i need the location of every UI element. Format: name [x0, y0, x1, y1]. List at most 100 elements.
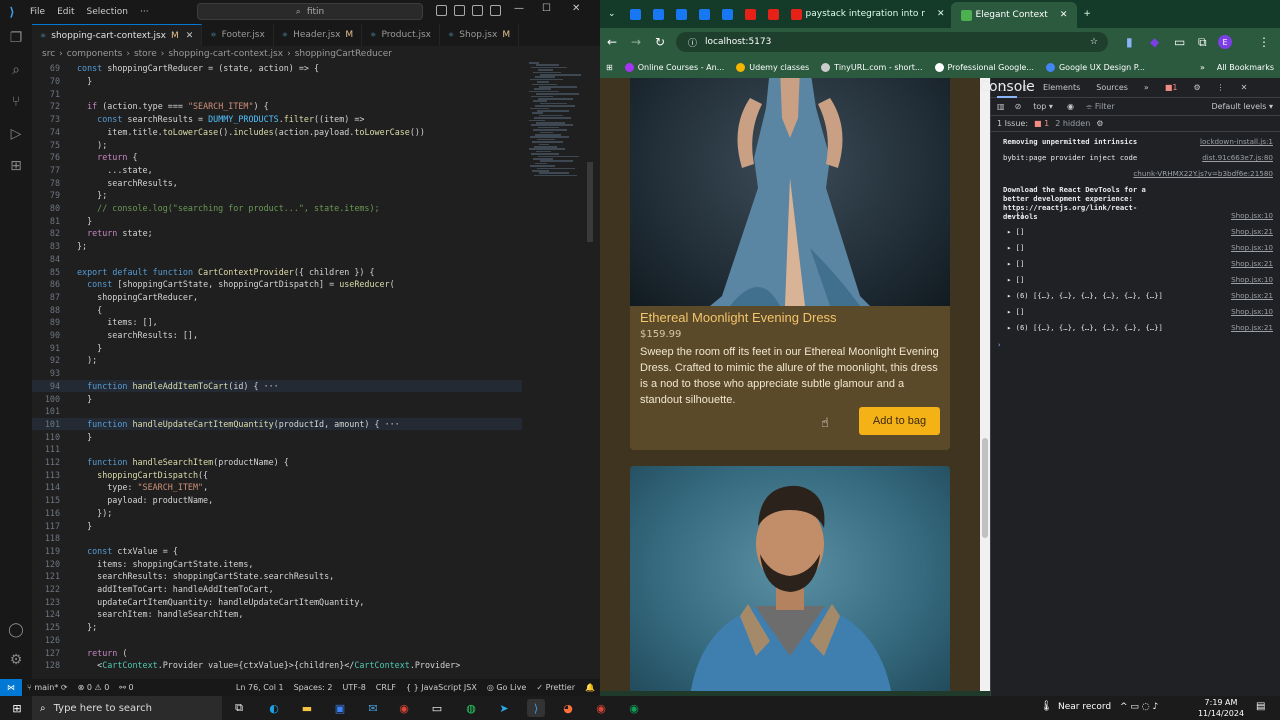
code-line[interactable]: 69 const shoppingCartReducer = (state, ac… [32, 62, 522, 75]
code-line[interactable]: 83}; [32, 240, 522, 253]
console-message[interactable]: Download the React DevTools for a better… [991, 182, 1280, 221]
windows-start-icon[interactable]: ⊞ [8, 699, 26, 717]
browser-tab[interactable] [716, 3, 739, 25]
browser-tab[interactable]: Elegant Context ✕ [950, 2, 1078, 28]
console-message[interactable]: chunk-VRHMX22Y.js?v=b3bdf6e:21580 [991, 166, 1280, 182]
encoding-status[interactable]: UTF-8 [337, 683, 370, 692]
console-settings-gear-icon[interactable]: ⚙ [1096, 119, 1103, 128]
console-source-link[interactable]: Shop.jsx:21 [1231, 291, 1273, 300]
console-message[interactable]: ▸ [] Shop.jsx:10 [991, 304, 1280, 320]
console-message[interactable]: ▸ [] Shop.jsx:21 [991, 224, 1280, 240]
console-message[interactable]: ▸ [] Shop.jsx:10 [991, 208, 1280, 224]
extensions-puzzle-icon[interactable]: ⧉ [1198, 35, 1207, 50]
code-line[interactable]: 101 function handleUpdateCartItemQuantit… [32, 417, 522, 431]
account-icon[interactable]: ◯ [6, 620, 26, 640]
close-tab-icon[interactable]: ✕ [186, 31, 194, 41]
tab-product[interactable]: ⚛ Product.jsx [362, 24, 441, 46]
chrome-icon[interactable]: ◉ [395, 699, 413, 717]
code-line[interactable]: 82 return state; [32, 227, 522, 240]
context-select[interactable]: top ▾ [1025, 102, 1061, 111]
code-line[interactable]: 127 return ( [32, 646, 522, 659]
console-message[interactable]: ▸ (6) [{…}, {…}, {…}, {…}, {…}, {…}] Shop… [991, 320, 1280, 336]
notification-center-icon[interactable]: ▤ [1256, 701, 1265, 712]
remote-icon[interactable]: ⋈ [0, 679, 22, 696]
tab-search-icon[interactable]: ⌄ [600, 3, 624, 25]
ports-status[interactable]: ⚯ 0 [114, 683, 138, 692]
live-expression-icon[interactable]: ◉ [1061, 102, 1080, 111]
tab-elements[interactable]: Elements [1035, 78, 1088, 98]
bookmark-item[interactable]: Professional Google... [929, 62, 1040, 72]
code-line[interactable]: 124 searchItem: handleSearchItem, [32, 608, 522, 621]
code-line[interactable]: 72 if (action.type === "SEARCH_ITEM") { [32, 100, 522, 113]
menu-file[interactable]: File [24, 7, 51, 17]
breadcrumb-item[interactable]: shoppingCartReducer [295, 49, 392, 59]
code-line[interactable]: 118 [32, 532, 522, 545]
problems-status[interactable]: ⊗ 0 ⚠ 0 [73, 683, 115, 692]
code-line[interactable]: 100 } [32, 392, 522, 405]
forward-icon[interactable]: → [624, 35, 648, 49]
extension-icon[interactable]: ▭ [1174, 35, 1185, 49]
code-line[interactable]: 74 item.title.toLowerCase().includes(act… [32, 126, 522, 139]
code-line[interactable]: 70 } [32, 75, 522, 88]
scrollbar-thumb[interactable] [587, 162, 593, 242]
telegram-icon[interactable]: ➤ [495, 699, 513, 717]
console-source-link[interactable]: Shop.jsx:21 [1231, 323, 1273, 332]
browser-tab[interactable] [624, 3, 647, 25]
code-line[interactable]: 123 updateCartItemQuantity: handleUpdate… [32, 595, 522, 608]
tab-shopping-cart-context[interactable]: ⚛ shopping-cart-context.jsx M ✕ [32, 24, 203, 46]
code-line[interactable]: 92 ); [32, 354, 522, 367]
code-line[interactable]: 89 items: [], [32, 316, 522, 329]
console-source-link[interactable]: Shop.jsx:21 [1231, 227, 1273, 236]
minimize-icon[interactable]: — [514, 3, 524, 14]
settings-gear-icon[interactable]: ⚙ [1185, 78, 1208, 98]
code-line[interactable]: 81 } [32, 214, 522, 227]
console-message[interactable]: ▸ [] Shop.jsx:21 [991, 256, 1280, 272]
menu-edit[interactable]: Edit [51, 7, 80, 17]
explorer-icon[interactable]: ❐ [6, 28, 26, 48]
maximize-icon[interactable]: ☐ [542, 3, 551, 14]
console-source-link[interactable]: Shop.jsx:10 [1231, 211, 1273, 220]
console-source-link[interactable]: dist.91c663e7.js:80 [1202, 153, 1273, 162]
bookmark-star-icon[interactable]: ☆ [1090, 37, 1098, 47]
breadcrumb-item[interactable]: components [67, 49, 123, 59]
code-line[interactable]: 122 addItemToCart: handleAddItemToCart, [32, 583, 522, 596]
terminal-icon[interactable]: ▭ [428, 699, 446, 717]
console-source-link[interactable]: Shop.jsx:10 [1231, 275, 1273, 284]
address-bar[interactable]: ⓘ localhost:5173 ☆ [676, 32, 1108, 52]
search-icon[interactable]: ⌕ [6, 60, 26, 80]
code-line[interactable]: 79 }; [32, 189, 522, 202]
code-line[interactable]: 126 [32, 634, 522, 647]
code-line[interactable]: 110 } [32, 430, 522, 443]
add-to-bag-button[interactable]: Add to bag [859, 407, 940, 435]
code-line[interactable]: 80 // console.log("searching for product… [32, 202, 522, 215]
more-tabs-icon[interactable]: » [1136, 78, 1157, 98]
code-editor[interactable]: 69 const shoppingCartReducer = (state, ac… [32, 62, 522, 679]
language-status[interactable]: { } JavaScript JSX [401, 683, 482, 692]
filter-input[interactable]: ⌯ Filter [1080, 102, 1160, 112]
code-line[interactable]: 86 const [shoppingCartState, shoppingCar… [32, 278, 522, 291]
whatsapp-icon[interactable]: ◍ [462, 699, 480, 717]
bookmark-item[interactable]: Udemy classes [730, 62, 815, 72]
run-debug-icon[interactable]: ▷ [6, 124, 26, 144]
prettier-status[interactable]: ✓ Prettier [531, 683, 580, 692]
code-line[interactable]: 76 return { [32, 151, 522, 164]
task-view-icon[interactable]: ⧉ [230, 699, 248, 717]
close-icon[interactable]: ✕ [572, 3, 580, 14]
code-line[interactable]: 75 ); [32, 138, 522, 151]
notifications-bell-icon[interactable]: 🔔 [580, 683, 600, 692]
browser-tab[interactable] [647, 3, 670, 25]
indentation-status[interactable]: Spaces: 2 [289, 683, 338, 692]
browser-tab[interactable]: paystack integration into r ✕ [785, 3, 951, 25]
system-tray-icons[interactable]: ^ ▭ ◌ ♪ [1120, 702, 1158, 712]
toggle-secondary-sidebar-icon[interactable] [472, 5, 483, 16]
bookmark-item[interactable]: Google UX Design P... [1040, 62, 1151, 72]
menu-more-icon[interactable]: ··· [134, 7, 155, 17]
code-line[interactable]: 101 [32, 405, 522, 418]
breadcrumb-item[interactable]: store [134, 49, 157, 59]
console-message[interactable]: ▸ (6) [{…}, {…}, {…}, {…}, {…}, {…}] Shop… [991, 288, 1280, 304]
tab-footer[interactable]: ⚛ Footer.jsx [202, 24, 274, 46]
close-devtools-icon[interactable]: ✕ [1233, 78, 1256, 98]
console-source-link[interactable]: Shop.jsx:10 [1231, 307, 1273, 316]
code-line[interactable]: 71 [32, 87, 522, 100]
browser-tab[interactable] [762, 3, 785, 25]
